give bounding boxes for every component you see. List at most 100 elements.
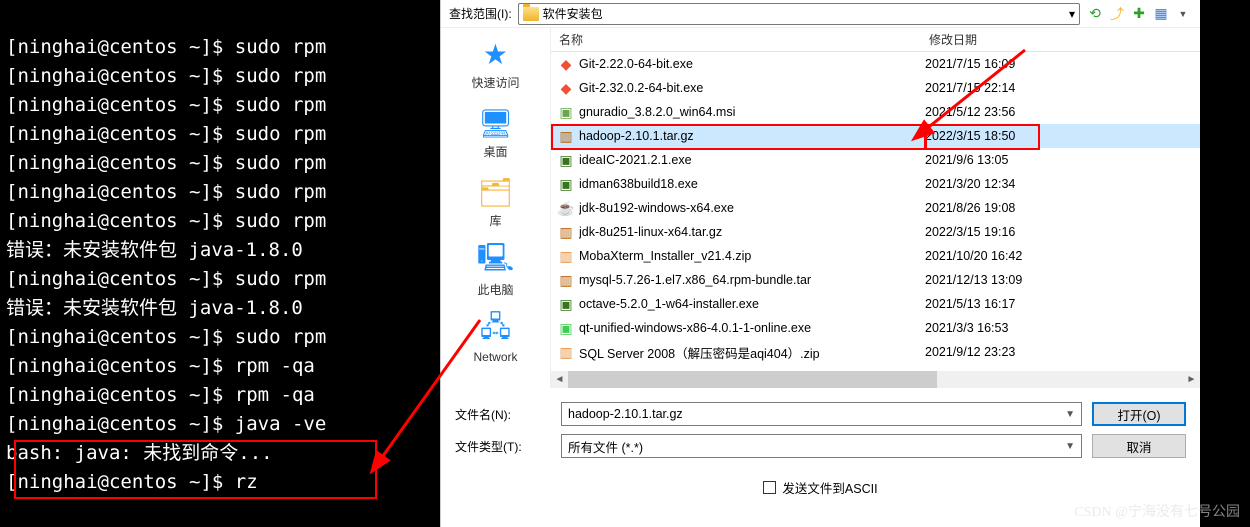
place-quickaccess[interactable]: ★ 快速访问: [471, 36, 519, 91]
col-name-header[interactable]: 名称: [551, 31, 921, 48]
folder-combo[interactable]: 软件安装包 ▾: [518, 3, 1080, 25]
scroll-right-icon[interactable]: ►: [1183, 371, 1200, 388]
file-name: SQL Server 2008（解压密码是aqi404）.zip: [579, 343, 917, 362]
file-row[interactable]: ▣octave-5.2.0_1-w64-installer.exe2021/5/…: [551, 292, 1200, 316]
file-icon: ▣: [557, 103, 575, 121]
back-icon[interactable]: ⟲: [1086, 5, 1104, 23]
term-line: [ninghai@centos ~]$ sudo rpm: [6, 210, 326, 232]
term-line: [ninghai@centos ~]$ rpm -qa: [6, 384, 315, 406]
file-name: Git-2.32.0.2-64-bit.exe: [579, 81, 917, 95]
file-date: 2021/8/26 19:08: [917, 201, 1200, 215]
file-row[interactable]: ▥ jdk-8u251-linux-x64.tar.gz2022/3/15 19:…: [551, 220, 1200, 244]
file-name: MobaXterm_Installer_v21.4.zip: [579, 249, 917, 263]
file-row[interactable]: ▣gnuradio_3.8.2.0_win64.msi2021/5/12 23:…: [551, 100, 1200, 124]
file-icon: ▣: [557, 295, 575, 313]
file-row[interactable]: ▣ideaIC-2021.2.1.exe2021/9/6 13:05: [551, 148, 1200, 172]
col-date-header[interactable]: 修改日期: [921, 31, 1200, 48]
toolbar-icons: ⟲ ⤴ ✚ ▦ ▼: [1086, 5, 1192, 23]
cancel-button[interactable]: 取消: [1092, 434, 1186, 458]
new-folder-icon[interactable]: ✚: [1130, 5, 1148, 23]
place-label: Network: [473, 350, 517, 364]
file-icon: ▥: [557, 223, 575, 241]
file-name: qt-unified-windows-x86-4.0.1-1-online.ex…: [579, 321, 917, 335]
term-line: [ninghai@centos ~]$ java -ve: [6, 413, 326, 435]
dialog-top-bar: 查找范围(I): 软件安装包 ▾ ⟲ ⤴ ✚ ▦ ▼: [441, 0, 1200, 28]
file-name: hadoop-2.10.1.tar.gz: [579, 129, 917, 143]
file-date: 2021/3/20 12:34: [917, 177, 1200, 191]
file-row[interactable]: ▥SQL Server 2008（解压密码是aqi404）.zip2021/9/…: [551, 340, 1200, 364]
file-date: 2021/7/15 22:14: [917, 81, 1200, 95]
file-icon: ▣: [557, 151, 575, 169]
scroll-thumb[interactable]: [568, 371, 937, 388]
place-label: 快速访问: [471, 74, 519, 91]
folder-icon: [523, 7, 539, 21]
file-row[interactable]: ◆Git-2.22.0-64-bit.exe2021/7/15 16:09: [551, 52, 1200, 76]
file-open-dialog: 查找范围(I): 软件安装包 ▾ ⟲ ⤴ ✚ ▦ ▼ ★ 快速访问 🖥 桌面 🗂: [440, 0, 1200, 527]
watermark: CSDN @宁海没有七号公园: [1074, 501, 1240, 521]
filename-input[interactable]: hadoop-2.10.1.tar.gz ▼: [561, 402, 1082, 426]
file-rows[interactable]: ◆Git-2.22.0-64-bit.exe2021/7/15 16:09◆Gi…: [551, 52, 1200, 371]
file-date: 2021/3/3 16:53: [917, 321, 1200, 335]
file-row[interactable]: ▣qt-unified-windows-x86-4.0.1-1-online.e…: [551, 316, 1200, 340]
file-row[interactable]: ▣idman638build18.exe2021/3/20 12:34: [551, 172, 1200, 196]
file-row[interactable]: ▥ mysql-5.7.26-1.el7.x86_64.rpm-bundle.ta…: [551, 268, 1200, 292]
file-icon: ▥: [557, 247, 575, 265]
file-name: jdk-8u192-windows-x64.exe: [579, 201, 917, 215]
place-label: 库: [489, 212, 501, 229]
file-icon: ▣: [557, 175, 575, 193]
file-date: 2021/7/15 16:09: [917, 57, 1200, 71]
scroll-left-icon[interactable]: ◄: [551, 371, 568, 388]
chevron-down-icon: ▼: [1065, 409, 1075, 420]
term-error-pkg: java-1.8.0: [177, 297, 303, 319]
term-line: [ninghai@centos ~]$ sudo rpm: [6, 326, 326, 348]
view-icon[interactable]: ▦: [1152, 5, 1170, 23]
term-line: [ninghai@centos ~]$ sudo rpm: [6, 181, 326, 203]
file-icon: ▥: [557, 343, 575, 361]
ascii-checkbox[interactable]: [763, 481, 776, 494]
place-libraries[interactable]: 🗂 库: [478, 174, 514, 229]
filename-label: 文件名(N):: [455, 406, 551, 423]
file-icon: ◆: [557, 79, 575, 97]
open-button[interactable]: 打开(O): [1092, 402, 1186, 426]
view-drop-icon[interactable]: ▼: [1174, 5, 1192, 23]
file-date: 2022/3/15 19:16: [917, 225, 1200, 239]
file-date: 2021/10/20 16:42: [917, 249, 1200, 263]
folder-name: 软件安装包: [543, 5, 603, 22]
file-date: 2021/9/6 13:05: [917, 153, 1200, 167]
place-thispc[interactable]: 🖳 此电脑: [477, 243, 513, 298]
term-line: [ninghai@centos ~]$ sudo rpm: [6, 268, 326, 290]
term-line: [ninghai@centos ~]$ sudo rpm: [6, 94, 326, 116]
file-icon: ▥: [557, 271, 575, 289]
filetype-combo[interactable]: 所有文件 (*.*) ▼: [561, 434, 1082, 458]
network-icon: 🖧: [477, 312, 513, 348]
file-name: octave-5.2.0_1-w64-installer.exe: [579, 297, 917, 311]
file-name: jdk-8u251-linux-x64.tar.gz: [579, 225, 917, 239]
term-line: [ninghai@centos ~]$ sudo rpm: [6, 65, 326, 87]
file-date: 2021/12/13 13:09: [917, 273, 1200, 287]
scroll-track[interactable]: [568, 371, 1183, 388]
term-line: [ninghai@centos ~]$ sudo rpm: [6, 123, 326, 145]
file-icon: ☕: [557, 199, 575, 217]
file-name: gnuradio_3.8.2.0_win64.msi: [579, 105, 917, 119]
term-rz: [ninghai@centos ~]$ rz: [6, 471, 258, 493]
file-list-header: 名称 修改日期: [551, 28, 1200, 52]
place-desktop[interactable]: 🖥 桌面: [478, 105, 514, 160]
file-row[interactable]: ☕ jdk-8u192-windows-x64.exe2021/8/26 19:0…: [551, 196, 1200, 220]
term-bash-error: bash: java: 未找到命令...: [6, 442, 273, 464]
place-label: 此电脑: [477, 281, 513, 298]
lookin-label: 查找范围(I):: [449, 5, 512, 22]
ascii-label: 发送文件到ASCII: [782, 478, 877, 497]
term-error-pkg: java-1.8.0: [177, 239, 303, 261]
chevron-down-icon: ▾: [1069, 7, 1075, 21]
place-network[interactable]: 🖧 Network: [473, 312, 517, 364]
places-sidebar: ★ 快速访问 🖥 桌面 🗂 库 🖳 此电脑 🖧 Network: [441, 28, 551, 388]
up-icon[interactable]: ⤴: [1108, 5, 1126, 23]
term-error: 错误：未安装软件包: [6, 297, 177, 319]
horizontal-scrollbar[interactable]: ◄ ►: [551, 371, 1200, 388]
library-icon: 🗂: [478, 174, 514, 210]
file-icon: ◆: [557, 55, 575, 73]
file-row[interactable]: ▥hadoop-2.10.1.tar.gz2022/3/15 18:50: [551, 124, 1200, 148]
file-row[interactable]: ▥ MobaXterm_Installer_v21.4.zip2021/10/20…: [551, 244, 1200, 268]
file-row[interactable]: ◆ Git-2.32.0.2-64-bit.exe2021/7/15 22:14: [551, 76, 1200, 100]
file-name: mysql-5.7.26-1.el7.x86_64.rpm-bundle.tar: [579, 273, 917, 287]
